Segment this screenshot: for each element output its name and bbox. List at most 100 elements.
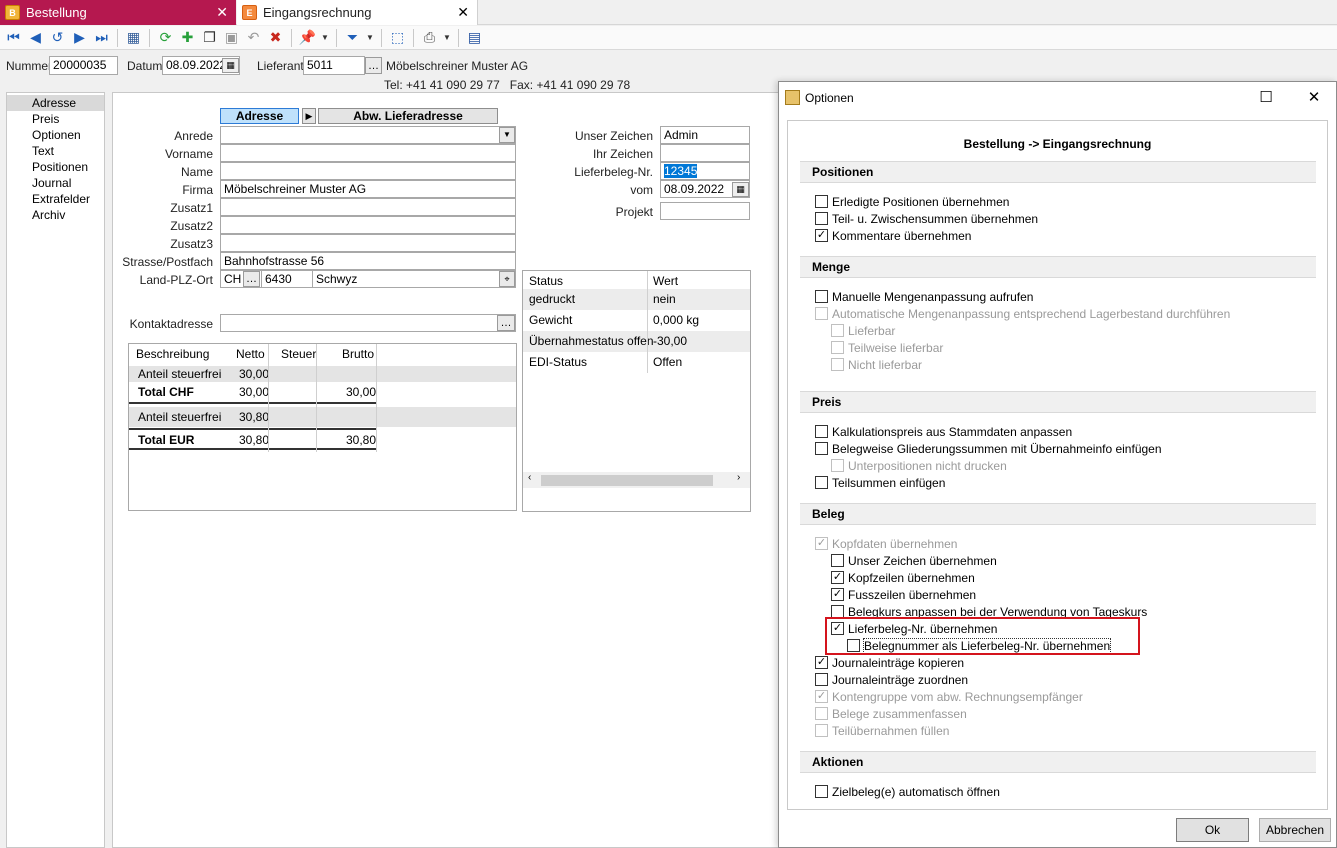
option-teilsummen[interactable]: Teilsummen einfügen [815,474,945,491]
scroll-thumb[interactable] [541,475,713,486]
option-journal-kopieren[interactable]: ✓ Journaleinträge kopieren [815,654,964,671]
location-icon[interactable]: ⌖ [499,271,515,287]
option-teiluebernahmen[interactable]: Teilübernahmen füllen [815,722,949,739]
nav-item-adresse[interactable]: Adresse [7,95,104,111]
lieferbeleg-field[interactable]: 12345 [660,162,750,180]
checkbox[interactable] [815,724,828,737]
checkbox-checked[interactable]: ✓ [815,229,828,242]
checkbox[interactable] [831,459,844,472]
option-manuelle[interactable]: Manuelle Mengenanpassung aufrufen [815,288,1033,305]
tab-adresse[interactable]: Adresse [220,108,299,124]
checkbox[interactable] [815,785,828,798]
zusatz1-field[interactable] [220,198,516,216]
chevron-down-icon[interactable]: ▼ [499,127,515,143]
arrow-right-icon[interactable]: ▶ [302,108,316,124]
option-journal-zuordnen[interactable]: Journaleinträge zuordnen [815,671,968,688]
delete-icon[interactable]: ✖ [266,28,285,47]
copy-icon[interactable]: ❐ [200,28,219,47]
option-zielbeleg[interactable]: Zielbeleg(e) automatisch öffnen [815,783,1000,800]
last-record-icon[interactable]: ⏭ [92,28,111,47]
ok-button[interactable]: Ok [1176,818,1249,842]
lieferant-field[interactable]: 5011 [303,56,365,75]
nav-item-journal[interactable]: Journal [7,175,104,191]
chevron-down-icon[interactable]: ▼ [320,33,330,42]
vorname-field[interactable] [220,144,516,162]
checkbox[interactable] [831,358,844,371]
checkbox-checked[interactable]: ✓ [831,588,844,601]
option-kopfzeilen[interactable]: ✓ Kopfzeilen übernehmen [831,569,975,586]
maximize-icon[interactable]: ☐ [1251,87,1281,107]
tab-bestellung[interactable]: B Bestellung ✕ [0,0,236,25]
new-record-icon[interactable]: ✚ [178,28,197,47]
pin-icon[interactable]: 📌 [298,28,317,47]
strasse-field[interactable]: Bahnhofstrasse 56 [220,252,516,270]
option-teilweise[interactable]: Teilweise lieferbar [831,339,943,356]
checkbox[interactable] [815,307,828,320]
checkbox[interactable] [831,554,844,567]
chevron-right-icon[interactable]: › [737,472,740,483]
checkbox[interactable] [815,442,828,455]
option-lieferbar[interactable]: Lieferbar [831,322,895,339]
refresh-icon[interactable]: ⟳ [156,28,175,47]
lookup-button[interactable]: … [365,57,382,74]
unser-zeichen-field[interactable]: Admin [660,126,750,144]
option-automatische[interactable]: Automatische Mengenanpassung entsprechen… [815,305,1230,322]
option-gliederung[interactable]: Belegweise Gliederungssummen mit Übernah… [815,440,1162,457]
checkbox[interactable] [815,673,828,686]
checkbox[interactable] [815,425,828,438]
checkbox-checked[interactable]: ✓ [815,537,828,550]
print-icon[interactable]: ⎙ [420,28,439,47]
window-icon[interactable]: ▤ [465,28,484,47]
name-field[interactable] [220,162,516,180]
option-zusammenfassen[interactable]: Belege zusammenfassen [815,705,967,722]
calendar-icon[interactable]: ▦ [732,182,749,197]
nav-item-extrafelder[interactable]: Extrafelder [7,191,104,207]
kontakt-lookup-button[interactable]: … [497,315,515,331]
nummer-field[interactable]: 20000035 [49,56,118,75]
chevron-down-icon[interactable]: ▼ [442,33,452,42]
checkbox-checked[interactable]: ✓ [815,690,828,703]
tab-abw-lieferadresse[interactable]: Abw. Lieferadresse [318,108,498,124]
option-kommentare[interactable]: ✓ Kommentare übernehmen [815,227,971,244]
chevron-down-icon[interactable]: ▼ [365,33,375,42]
checkbox[interactable] [831,324,844,337]
plz-field[interactable]: 6430 [261,270,313,288]
nav-item-archiv[interactable]: Archiv [7,207,104,223]
projekt-field[interactable] [660,202,750,220]
zusatz3-field[interactable] [220,234,516,252]
close-icon[interactable]: ✕ [216,4,228,21]
kontakt-field[interactable] [220,314,516,332]
first-record-icon[interactable]: ⏮ [4,28,23,47]
checkbox-checked[interactable]: ✓ [815,656,828,669]
nav-item-text[interactable]: Text [7,143,104,159]
option-teilzwischen[interactable]: Teil- u. Zwischensummen übernehmen [815,210,1038,227]
close-icon[interactable]: ✕ [1299,87,1329,107]
checkbox[interactable] [815,476,828,489]
horizontal-scrollbar[interactable]: ‹ › [523,472,750,488]
option-kopfdaten[interactable]: ✓ Kopfdaten übernehmen [815,535,957,552]
checkbox[interactable] [831,341,844,354]
nav-item-optionen[interactable]: Optionen [7,127,104,143]
firma-field[interactable]: Möbelschreiner Muster AG [220,180,516,198]
next-record-icon[interactable]: ▶ [70,28,89,47]
ort-field[interactable]: Schwyz [312,270,516,288]
anrede-select[interactable] [220,126,516,144]
chevron-left-icon[interactable]: ‹ [528,472,531,483]
option-kalkulation[interactable]: Kalkulationspreis aus Stammdaten anpasse… [815,423,1072,440]
ihr-zeichen-field[interactable] [660,144,750,162]
table-view-icon[interactable]: ▦ [124,28,143,47]
option-unterpositionen[interactable]: Unterpositionen nicht drucken [831,457,1007,474]
land-lookup-button[interactable]: … [243,271,260,287]
save-icon[interactable]: ▣ [222,28,241,47]
checkbox[interactable] [815,707,828,720]
option-nicht-lieferbar[interactable]: Nicht lieferbar [831,356,922,373]
checkbox[interactable] [815,212,828,225]
close-icon[interactable]: ✕ [457,4,469,21]
checkbox[interactable] [815,290,828,303]
option-kontengruppe[interactable]: ✓ Kontengruppe vom abw. Rechnungsempfänge… [815,688,1083,705]
select-icon[interactable]: ⬚ [388,28,407,47]
option-erledigte[interactable]: Erledigte Positionen übernehmen [815,193,1009,210]
checkbox[interactable] [815,195,828,208]
search-record-icon[interactable]: ↺ [48,28,67,47]
checkbox-checked[interactable]: ✓ [831,571,844,584]
